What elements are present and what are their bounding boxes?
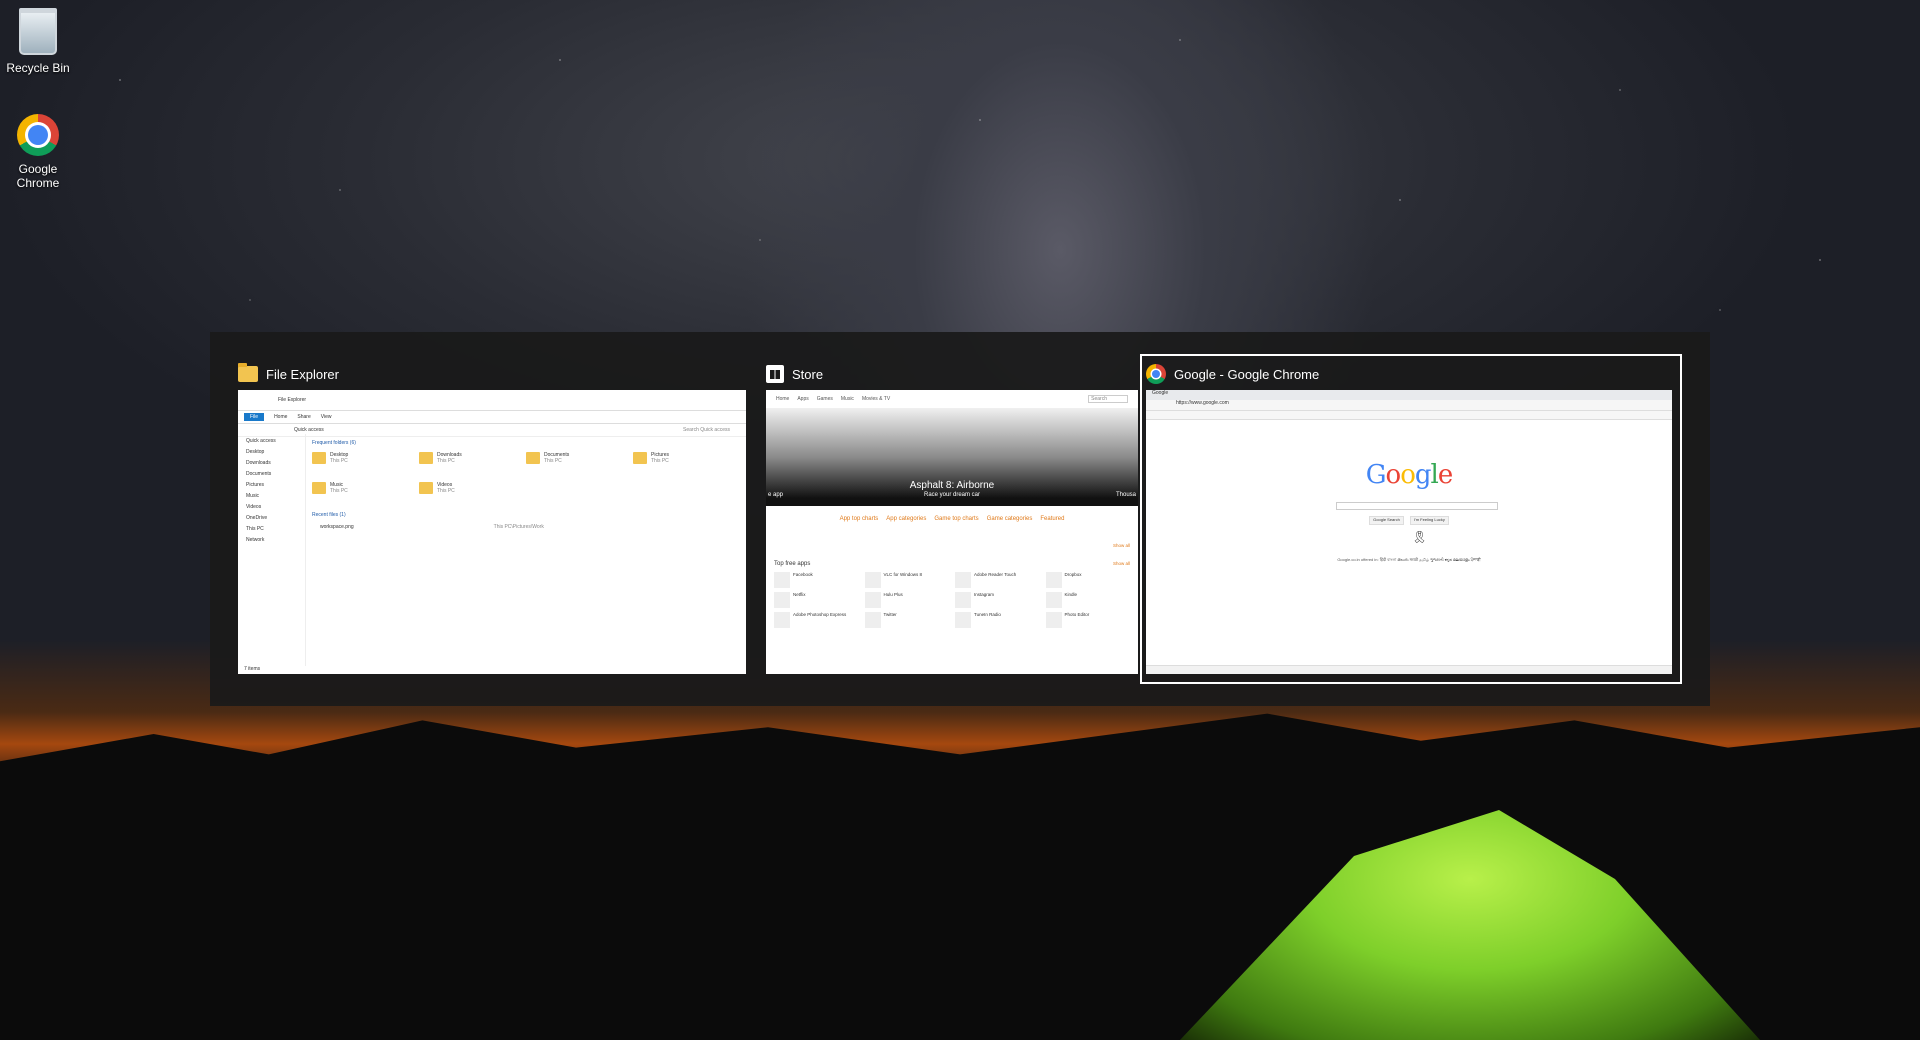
task-switcher: File Explorer File Explorer File Home Sh… [210,332,1710,706]
folder-icon [238,363,258,382]
chrome-icon [1146,364,1166,384]
store-app-grid: Facebook VLC for Windows 8 Adobe Reader … [766,568,1138,632]
google-logo: Google [1365,460,1453,490]
file-explorer-thumbnail: File Explorer File Home Share View Quick… [238,390,746,674]
window-title: File Explorer [238,360,339,388]
store-thumbnail: Home Apps Games Music Movies & TV Search… [766,390,1138,674]
google-footer [1146,665,1672,674]
chrome-icon [17,114,59,156]
window-title: Store [766,360,823,388]
chrome-bookmarks-bar [1146,411,1672,420]
switcher-window-google-chrome[interactable]: Google - Google Chrome Google https://ww… [1140,354,1682,684]
chrome-thumbnail: Google https://www.google.com Google Goo… [1146,390,1672,674]
desktop-icon-recycle-bin[interactable]: Recycle Bin [0,8,76,75]
store-nav: Home Apps Games Music Movies & TV Search [766,390,1138,408]
store-icon [766,365,784,383]
store-hero: Asphalt 8: Airborne Race your dream car … [766,408,1138,498]
desktop-icon-label: Google Chrome [16,162,60,190]
switcher-window-store[interactable]: Store Home Apps Games Music Movies & TV … [766,360,1140,674]
fe-sidebar: Quick access Desktop Downloads Documents… [238,434,306,666]
chrome-tab-strip: Google [1146,390,1672,400]
google-buttons: Google Search I'm Feeling Lucky [1146,516,1672,525]
recycle-bin-icon [19,8,57,55]
desktop-icon-google-chrome[interactable]: Google Chrome [0,114,76,190]
chrome-address-bar: https://www.google.com [1146,400,1672,411]
desktop-icon-label: Recycle Bin [6,61,70,75]
google-search-box [1336,502,1498,510]
fe-title-bar: File Explorer [238,390,746,411]
store-links: App top charts App categories Game top c… [839,516,1065,522]
black-ribbon-icon: 🎗 [1412,530,1428,544]
switcher-window-file-explorer[interactable]: File Explorer File Explorer File Home Sh… [238,360,748,674]
window-title: Google - Google Chrome [1146,360,1319,388]
fe-ribbon: File Home Share View [238,411,746,424]
fe-address-bar: Quick access Search Quick access [238,424,746,437]
fe-main: Frequent folders (6) Desktop This PC Down… [312,440,670,530]
